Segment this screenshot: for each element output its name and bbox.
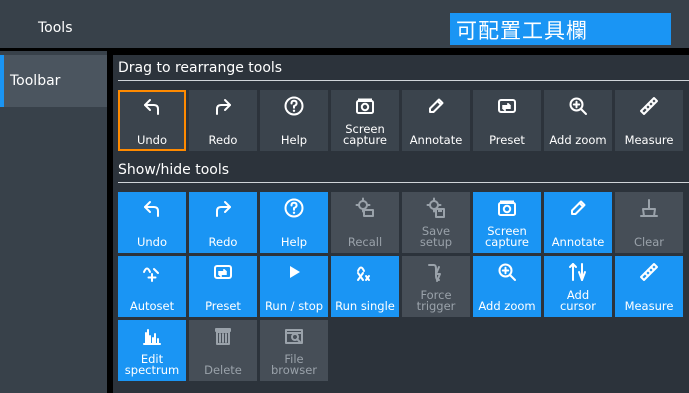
tool-label: Edit spectrum: [124, 352, 180, 377]
ruler-icon: [615, 259, 683, 285]
zoom-in-icon: [473, 259, 541, 285]
tool-undo-button[interactable]: Undo: [118, 90, 186, 151]
file-browser-icon: [260, 323, 328, 349]
run-single-icon: [331, 259, 399, 285]
undo-icon: [118, 93, 186, 119]
tool-label: Add cursor: [559, 288, 597, 313]
force-trigger-icon: [402, 259, 470, 285]
tool-label: Run / stop: [264, 299, 324, 313]
preset-icon: [473, 93, 541, 119]
recall-icon: [331, 195, 399, 221]
tool-label: Delete: [204, 363, 242, 377]
help-icon: [260, 93, 328, 119]
tool-label: Recall: [347, 235, 383, 249]
tool-label: Measure: [624, 299, 674, 313]
tool-help-button[interactable]: Help: [260, 90, 328, 151]
tools-panel: Drag to rearrange tools Undo Redo Help Scre…: [113, 55, 689, 393]
save-setup-icon: [402, 195, 470, 221]
tool-redo-button[interactable]: Redo: [189, 192, 257, 253]
tool-undo-button[interactable]: Undo: [118, 192, 186, 253]
tool-screen-capture-button[interactable]: Screen capture: [331, 90, 399, 151]
zoom-in-icon: [544, 93, 612, 119]
tool-autoset-button[interactable]: Autoset: [118, 256, 186, 317]
sidebar-header: Tools: [0, 0, 107, 51]
tool-label: Save setup: [419, 224, 453, 249]
tool-label: Redo: [208, 235, 238, 249]
autoset-icon: [118, 259, 186, 285]
showhide-section-title: Show/hide tools: [118, 162, 230, 178]
tool-label: Screen capture: [342, 122, 388, 147]
tool-label: Run single: [335, 299, 395, 313]
pen-icon: [402, 93, 470, 119]
tool-add-cursor-button[interactable]: Add cursor: [544, 256, 612, 317]
tool-label: Redo: [208, 133, 238, 147]
toolbar-section-divider: [118, 80, 689, 81]
trash-icon: [189, 323, 257, 349]
tool-label: Preset: [489, 133, 525, 147]
tool-measure-button[interactable]: Measure: [615, 90, 683, 151]
tool-run-single-button[interactable]: Run single: [331, 256, 399, 317]
spectrum-icon: [118, 323, 186, 349]
tool-measure-button[interactable]: Measure: [615, 256, 683, 317]
tool-clear-button[interactable]: Clear: [615, 192, 683, 253]
preset-icon: [189, 259, 257, 285]
tool-redo-button[interactable]: Redo: [189, 90, 257, 151]
cursor-icon: [544, 259, 612, 285]
tool-add-zoom-button[interactable]: Add zoom: [473, 256, 541, 317]
tool-screen-capture-button[interactable]: Screen capture: [473, 192, 541, 253]
tool-label: Annotate: [409, 133, 463, 147]
tool-run-stop-button[interactable]: Run / stop: [260, 256, 328, 317]
tool-recall-button[interactable]: Recall: [331, 192, 399, 253]
help-icon: [260, 195, 328, 221]
tool-preset-button[interactable]: Preset: [189, 256, 257, 317]
tool-label: Add zoom: [549, 133, 607, 147]
tool-label: Help: [280, 133, 308, 147]
play-icon: [260, 259, 328, 285]
app-frame: Tools Toolbar 可配置工具欄 Drag to rearrange t…: [0, 0, 689, 393]
tool-help-button[interactable]: Help: [260, 192, 328, 253]
tool-label: Autoset: [129, 299, 175, 313]
redo-icon: [189, 195, 257, 221]
tool-label: Preset: [205, 299, 241, 313]
active-tab-indicator: [0, 55, 4, 107]
ruler-icon: [615, 93, 683, 119]
header-badge-text: 可配置工具欄: [456, 19, 588, 43]
tool-label: Force trigger: [416, 288, 456, 313]
showhide-section-divider: [118, 182, 689, 183]
tool-label: Undo: [136, 133, 168, 147]
tool-label: Undo: [136, 235, 168, 249]
tool-delete-button[interactable]: Delete: [189, 320, 257, 381]
tool-label: Add zoom: [478, 299, 536, 313]
tool-force-trigger-button[interactable]: Force trigger: [402, 256, 470, 317]
tool-label: Help: [280, 235, 308, 249]
tool-annotate-button[interactable]: Annotate: [544, 192, 612, 253]
tool-label: Annotate: [551, 235, 605, 249]
tool-preset-button[interactable]: Preset: [473, 90, 541, 151]
tool-label: File browser: [270, 352, 317, 377]
toolbar-section-title: Drag to rearrange tools: [118, 60, 283, 76]
tool-annotate-button[interactable]: Annotate: [402, 90, 470, 151]
header-badge: 可配置工具欄: [450, 13, 671, 45]
clear-icon: [615, 195, 683, 221]
sidebar-header-title: Tools: [38, 20, 73, 36]
sidebar-tab-toolbar[interactable]: Toolbar: [0, 55, 107, 107]
tool-label: Measure: [624, 133, 674, 147]
camera-icon: [473, 195, 541, 221]
tool-add-zoom-button[interactable]: Add zoom: [544, 90, 612, 151]
undo-icon: [118, 195, 186, 221]
pen-icon: [544, 195, 612, 221]
tool-label: Clear: [633, 235, 665, 249]
camera-icon: [331, 93, 399, 119]
redo-icon: [189, 93, 257, 119]
tool-file-browser-button[interactable]: File browser: [260, 320, 328, 381]
sidebar: Tools Toolbar: [0, 0, 107, 393]
tool-save-setup-button[interactable]: Save setup: [402, 192, 470, 253]
header-bar: 可配置工具欄: [107, 0, 689, 51]
sidebar-tab-label: Toolbar: [10, 73, 61, 89]
tool-label: Screen capture: [484, 224, 530, 249]
tool-edit-spectrum-button[interactable]: Edit spectrum: [118, 320, 186, 381]
